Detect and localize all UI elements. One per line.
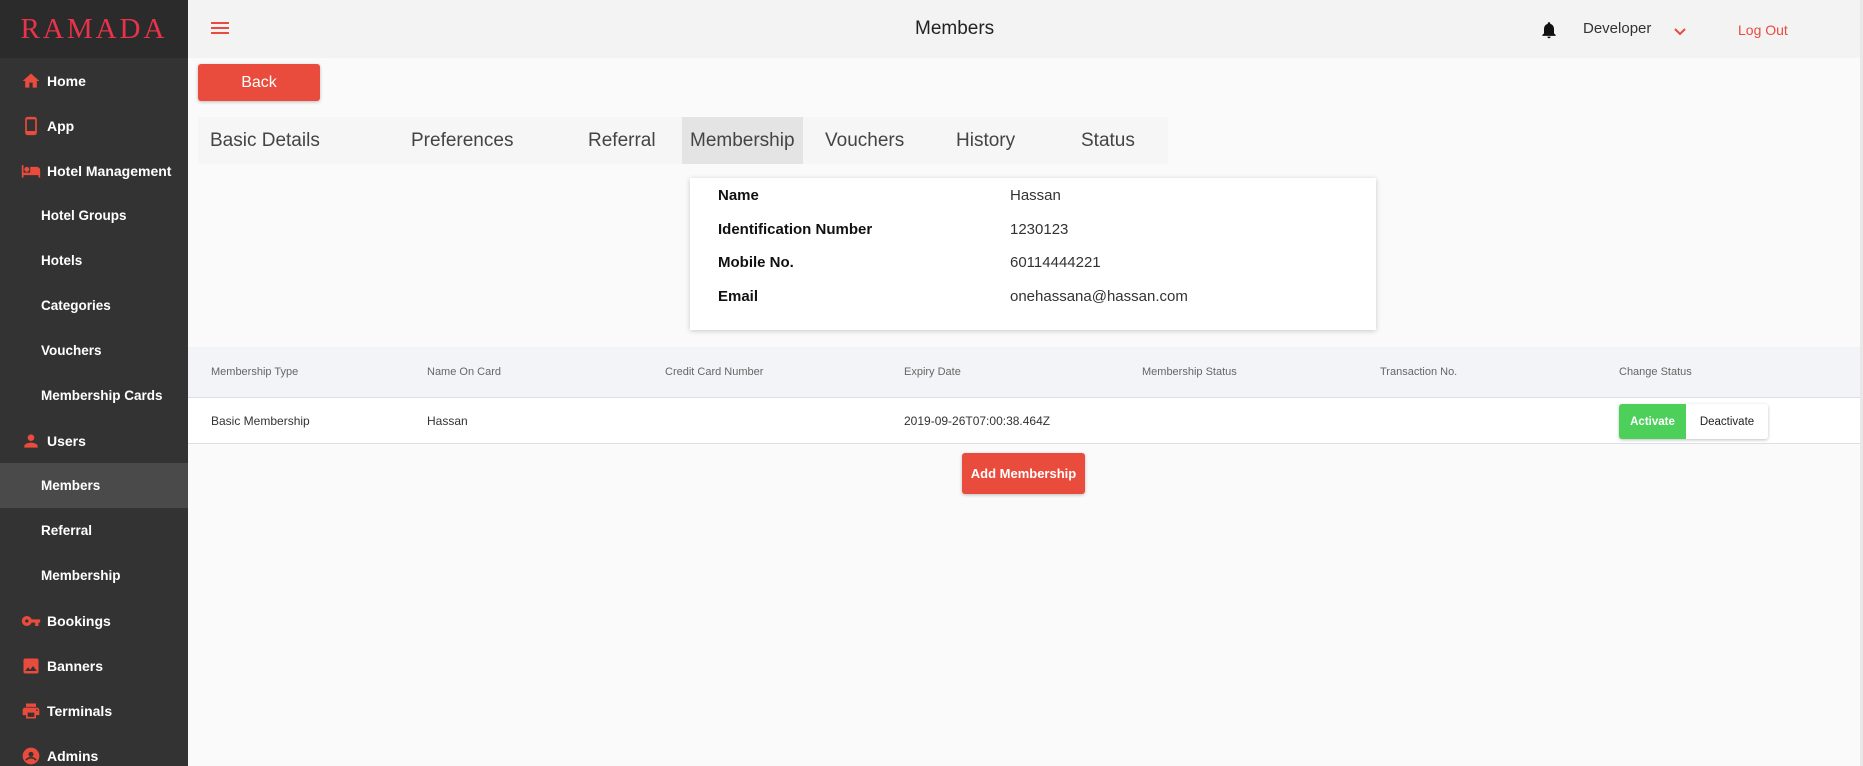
column-header: Credit Card Number xyxy=(665,366,764,378)
admin-icon xyxy=(20,746,42,766)
column-header: Membership Status xyxy=(1142,366,1237,378)
menu-icon[interactable] xyxy=(210,20,230,36)
sidebar-item-terminals[interactable]: Terminals xyxy=(0,688,188,733)
sidebar-item-referral[interactable]: Referral xyxy=(0,508,188,553)
add-membership-button[interactable]: Add Membership xyxy=(962,453,1085,494)
chevron-down-icon[interactable] xyxy=(1673,24,1687,36)
sidebar: RAMADA Home App Hotel Management Hotel G… xyxy=(0,0,188,766)
bell-icon[interactable] xyxy=(1539,19,1559,41)
cell-membership-type: Basic Membership xyxy=(211,414,310,428)
tab-referral[interactable]: Referral xyxy=(588,117,656,164)
member-info-card: Name Hassan Identification Number 123012… xyxy=(690,178,1376,330)
deactivate-button[interactable]: Deactivate xyxy=(1686,404,1768,439)
sidebar-item-vouchers[interactable]: Vouchers xyxy=(0,328,188,373)
image-icon xyxy=(20,656,42,676)
tab-membership[interactable]: Membership xyxy=(682,117,803,164)
column-header: Name On Card xyxy=(427,366,501,378)
cell-name-on-card: Hassan xyxy=(427,414,468,428)
top-bar: Members Developer Log Out xyxy=(188,0,1863,58)
membership-table: Membership Type Name On Card Credit Card… xyxy=(188,347,1860,444)
column-header: Change Status xyxy=(1619,366,1692,378)
activate-button[interactable]: Activate xyxy=(1619,404,1686,439)
key-icon xyxy=(20,611,42,631)
column-header: Membership Type xyxy=(211,366,299,378)
page-title: Members xyxy=(915,18,995,39)
sidebar-item-hotel-groups[interactable]: Hotel Groups xyxy=(0,193,188,238)
sidebar-item-membership[interactable]: Membership xyxy=(0,553,188,598)
sidebar-item-hotels[interactable]: Hotels xyxy=(0,238,188,283)
tab-history[interactable]: History xyxy=(956,117,1015,164)
sidebar-item-admins[interactable]: Admins xyxy=(0,733,188,766)
back-button[interactable]: Back xyxy=(198,64,320,101)
person-icon xyxy=(20,431,42,451)
phone-icon xyxy=(20,116,42,136)
sidebar-item-home[interactable]: Home xyxy=(0,58,188,103)
sidebar-item-bookings[interactable]: Bookings xyxy=(0,598,188,643)
ramada-logo[interactable]: RAMADA xyxy=(0,0,188,58)
sidebar-item-hotel-management[interactable]: Hotel Management xyxy=(0,148,188,193)
sidebar-item-categories[interactable]: Categories xyxy=(0,283,188,328)
sidebar-item-membership-cards[interactable]: Membership Cards xyxy=(0,373,188,418)
tab-bar: Basic Details Preferences Referral Membe… xyxy=(198,117,1168,164)
home-icon xyxy=(20,71,42,91)
tab-vouchers[interactable]: Vouchers xyxy=(825,117,904,164)
cell-expiry-date: 2019-09-26T07:00:38.464Z xyxy=(904,414,1051,428)
column-header: Transaction No. xyxy=(1380,366,1458,378)
sidebar-item-app[interactable]: App xyxy=(0,103,188,148)
sidebar-item-banners[interactable]: Banners xyxy=(0,643,188,688)
table-row: Basic Membership Hassan 2019-09-26T07:00… xyxy=(188,398,1860,444)
column-header: Expiry Date xyxy=(904,366,961,378)
sidebar-item-users[interactable]: Users xyxy=(0,418,188,463)
table-header: Membership Type Name On Card Credit Card… xyxy=(188,347,1860,398)
change-status-toggle: Activate Deactivate xyxy=(1619,404,1768,439)
tab-preferences[interactable]: Preferences xyxy=(411,117,513,164)
printer-icon xyxy=(20,701,42,721)
tab-status[interactable]: Status xyxy=(1081,117,1135,164)
logout-link[interactable]: Log Out xyxy=(1738,22,1788,38)
tab-basic-details[interactable]: Basic Details xyxy=(210,117,320,164)
user-menu-name[interactable]: Developer xyxy=(1583,20,1651,37)
bed-icon xyxy=(20,161,42,181)
sidebar-item-members[interactable]: Members xyxy=(0,463,188,508)
